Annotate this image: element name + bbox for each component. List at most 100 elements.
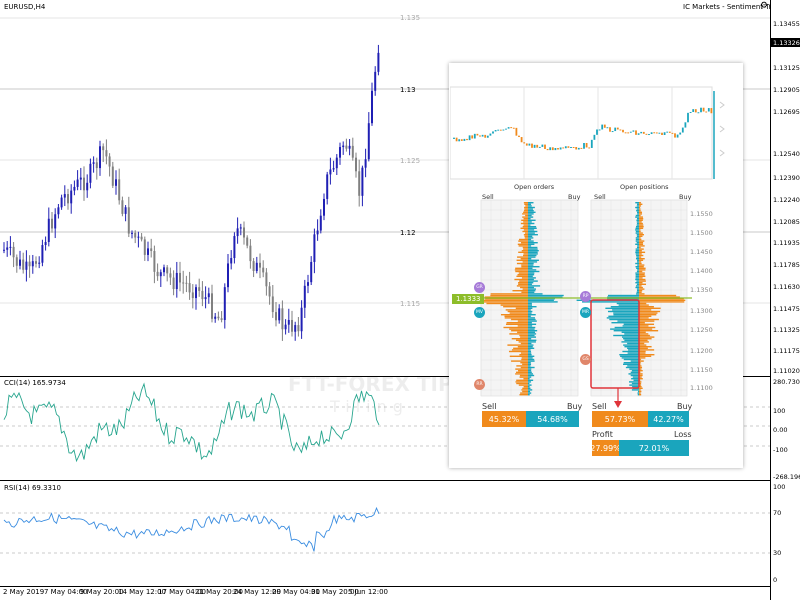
orders-buy-bar — [528, 355, 535, 357]
level-label-113: 1.13 — [400, 86, 416, 94]
candle-body — [150, 248, 153, 251]
mini-candle — [700, 107, 702, 113]
orders-sell-bar — [518, 370, 528, 372]
mini-candle — [622, 129, 624, 133]
candle-body — [249, 245, 252, 262]
mini-candle — [645, 133, 648, 135]
orders-sell-bar — [519, 374, 528, 377]
positions-sell-bar — [635, 285, 639, 287]
orders-buy-bar — [528, 205, 532, 207]
orders-sell-bar — [511, 330, 528, 332]
positions-sell-bar — [609, 318, 639, 321]
mini-candle — [710, 108, 713, 114]
orders-sell-bar — [522, 390, 528, 393]
orders-sell-bar — [516, 339, 528, 341]
positions-buy-bar — [639, 288, 645, 290]
orders-buy-bar — [528, 386, 530, 388]
candle-body — [51, 218, 53, 229]
orders-sell-bar — [519, 376, 528, 378]
positions-sell-bar — [611, 322, 639, 324]
mini-candle — [471, 135, 474, 139]
candle-body — [230, 258, 233, 264]
orders-sell-bar — [524, 235, 528, 237]
orders-sell-bar — [516, 262, 528, 265]
candle-body — [326, 174, 329, 199]
mini-candle — [624, 132, 627, 134]
positions-buy-bar — [639, 245, 645, 247]
positions-sell-bar — [637, 211, 639, 213]
orders-buy-bar — [528, 310, 533, 313]
orders-sell-bar — [520, 392, 528, 394]
orders-buy-bar — [528, 382, 530, 385]
candle-body — [303, 285, 306, 308]
orders-sell-bar — [511, 318, 528, 321]
positions-buy-bar — [639, 352, 646, 354]
orders-buy-bar — [528, 294, 564, 297]
orders-buy-bar — [528, 224, 531, 226]
orders-buy-bar — [528, 229, 535, 231]
mini-candle — [551, 147, 554, 151]
price-tick: 1.12390 — [773, 174, 800, 182]
orders-buy-bar — [528, 328, 535, 330]
positions-sell-bar — [635, 275, 639, 277]
positions-buy-bar — [639, 232, 643, 234]
orders-sell-bar — [514, 269, 528, 271]
mini-candle — [632, 130, 635, 132]
candle-body — [102, 146, 105, 151]
positions-buy-bar — [639, 299, 686, 301]
orders-sell-bar — [518, 272, 528, 274]
orders-sell-bar — [523, 253, 528, 255]
settings-gear-icon[interactable]: ⚙ — [760, 2, 768, 11]
candle-body — [9, 246, 12, 248]
orders-sell-bar — [518, 283, 528, 285]
candle-body — [300, 307, 303, 332]
rsi-label: RSI(14) 69.3310 — [4, 484, 61, 492]
orders-buy-bar — [528, 323, 537, 325]
positions-sell-bar — [635, 250, 639, 252]
orders-sell-bar — [518, 282, 528, 284]
mini-candle — [557, 148, 559, 150]
candle-body — [6, 247, 9, 250]
positions-sell-bar — [636, 222, 639, 225]
candle-body — [153, 250, 156, 272]
orders-sell-bar — [515, 267, 528, 269]
mini-candle — [635, 130, 637, 135]
current-price-badge-text: 1.1333 — [456, 295, 481, 303]
orders-buy-bar — [528, 258, 532, 260]
ladder-price: 1.1400 — [690, 267, 713, 275]
positions-sell-bar — [635, 237, 639, 239]
orders-buy-bar — [528, 360, 535, 362]
candle-body — [265, 272, 268, 287]
mini-candle — [702, 107, 705, 112]
candle-body — [111, 166, 114, 186]
orders-sell-bar — [519, 394, 528, 396]
orders-sell-bar — [523, 378, 528, 380]
orders-buy-bar — [528, 368, 532, 370]
orders-buy-bar — [528, 280, 538, 282]
mini-candle — [694, 109, 697, 113]
positions-sell-bar — [624, 333, 639, 335]
orders-sell-bar — [507, 310, 528, 313]
mini-candle — [541, 144, 544, 147]
positions-buy-bar — [639, 213, 643, 215]
positions-sell-bar — [635, 248, 639, 250]
orders-sell-bar — [514, 278, 528, 281]
orders-buy-bar — [528, 371, 532, 373]
positions-sell-bar — [636, 270, 639, 273]
orders-sell-bar — [521, 357, 528, 359]
positions-buy-bar — [639, 208, 641, 210]
ladder-price: 1.1200 — [690, 347, 713, 355]
positions-buy-bar — [639, 304, 649, 306]
positions-sell-pct: 57.73% — [592, 411, 648, 427]
positions-buy-bar — [639, 312, 658, 314]
orders-sell-bar — [520, 352, 528, 354]
candle-body — [313, 234, 316, 262]
orders-buy-bar — [528, 267, 533, 269]
cci-tick: 280.7302 — [773, 378, 800, 386]
orders-buy-bar — [528, 390, 531, 393]
price-tick: 1.12240 — [773, 196, 800, 204]
orders-sell-bar — [518, 245, 528, 247]
ladder-price: 1.1500 — [690, 229, 713, 237]
positions-sell-bar — [616, 302, 639, 305]
positions-buy-bar — [639, 291, 642, 293]
